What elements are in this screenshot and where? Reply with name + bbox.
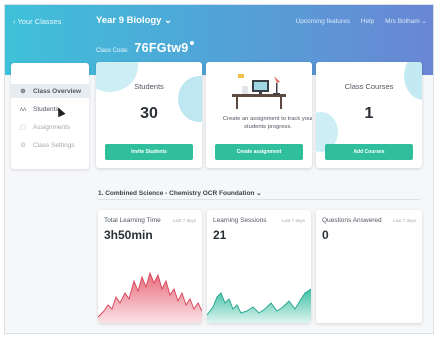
stat-period: Last 7 days xyxy=(172,218,196,223)
stat-title: Questions Answered xyxy=(322,217,382,224)
decorative-blob xyxy=(404,62,422,100)
stat-value: 0 xyxy=(322,228,329,242)
sidebar-item-students[interactable]: ᴧᴧ Students xyxy=(11,102,89,116)
info-dot-icon[interactable] xyxy=(189,41,194,45)
add-courses-button[interactable]: Add Courses xyxy=(325,144,413,160)
class-courses-count: 1 xyxy=(364,105,374,122)
your-classes-link[interactable]: ‹ Your Classes xyxy=(13,17,61,26)
help-link[interactable]: Help xyxy=(361,18,374,25)
sidebar-item-assignments[interactable]: ▢ Assignments xyxy=(11,120,89,134)
top-nav: Upcoming features Help Mrs Bolham ⌄ xyxy=(287,17,428,25)
sidebar-item-class-overview[interactable]: ⊕ Class Overview xyxy=(11,84,89,98)
document-icon: ▢ xyxy=(19,124,27,131)
students-card: Students 30 Invite Students xyxy=(96,62,202,168)
assignment-card: Create an assignment to track your stude… xyxy=(206,62,312,168)
class-courses-card-title: Class Courses xyxy=(344,82,394,91)
app-frame: ‹ Your Classes Year 9 Biology ⌄ Upcoming… xyxy=(4,4,434,334)
stat-value: 21 xyxy=(213,228,227,242)
user-menu[interactable]: Mrs Bolham ⌄ xyxy=(385,18,427,25)
class-selector[interactable]: Year 9 Biology ⌄ xyxy=(96,15,172,26)
stat-value: 3h50min xyxy=(104,228,153,242)
class-courses-card: Class Courses 1 Add Courses xyxy=(316,62,422,168)
sidebar-item-label: Class Overview xyxy=(33,87,82,95)
class-code: Class Code: 76FGtw9 xyxy=(96,41,194,55)
students-card-title: Students xyxy=(134,82,164,91)
total-learning-time-card: Total Learning Time Last 7 days 3h50min xyxy=(98,210,202,323)
sidebar-item-class-settings[interactable]: ⚙ Class Settings xyxy=(11,138,89,152)
stat-title: Learning Sessions xyxy=(213,217,267,224)
stat-period: Last 7 days xyxy=(392,218,416,223)
globe-icon: ⊕ xyxy=(20,88,26,95)
desk-illustration-icon xyxy=(232,74,286,109)
students-count: 30 xyxy=(140,105,158,122)
course-selector[interactable]: 1. Combined Science - Chemistry OCR Foun… xyxy=(98,189,262,197)
learning-time-chart xyxy=(98,271,202,323)
class-code-label: Class Code: xyxy=(96,48,129,54)
create-assignment-button[interactable]: Create assignment xyxy=(215,144,303,160)
students-icon: ᴧᴧ xyxy=(19,105,27,113)
invite-students-button[interactable]: Invite Students xyxy=(105,144,193,160)
stat-period: Last 7 days xyxy=(281,218,305,223)
gear-icon: ⚙ xyxy=(20,142,26,149)
stat-title: Total Learning Time xyxy=(104,217,161,224)
sidebar-item-label: Assignments xyxy=(33,123,71,131)
assignment-prompt: Create an assignment to track your stude… xyxy=(222,116,312,130)
questions-answered-card: Questions Answered Last 7 days 0 xyxy=(316,210,422,323)
sidebar-item-label: Class Settings xyxy=(33,141,75,149)
learning-sessions-chart xyxy=(207,288,311,323)
learning-sessions-card: Learning Sessions Last 7 days 21 xyxy=(207,210,311,323)
upcoming-features-link[interactable]: Upcoming features xyxy=(296,18,351,25)
sidebar: ⊕ Class Overview ᴧᴧ Students ▢ Assignmen… xyxy=(11,63,89,169)
divider xyxy=(98,199,420,200)
class-code-value: 76FGtw9 xyxy=(134,41,189,55)
